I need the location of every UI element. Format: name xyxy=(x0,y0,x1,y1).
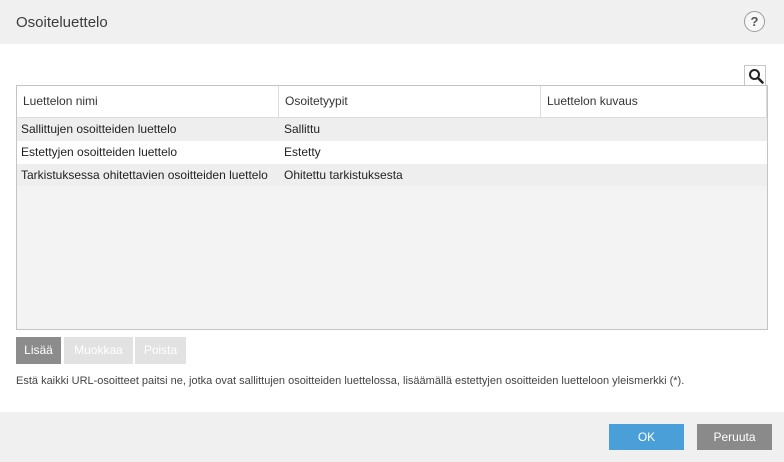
cancel-button[interactable]: Peruuta xyxy=(697,424,772,450)
help-icon[interactable]: ? xyxy=(744,11,765,32)
table-empty-area xyxy=(17,186,767,329)
cell-name: Sallittujen osoitteiden luettelo xyxy=(21,122,177,136)
cell-type: Ohitettu tarkistuksesta xyxy=(284,168,403,182)
table-row[interactable]: Sallittujen osoitteiden luettelo Sallitt… xyxy=(17,118,767,141)
search-icon xyxy=(749,69,764,84)
address-list-table: Luettelon nimi Osoitetyypit Luettelon ku… xyxy=(16,85,768,330)
cell-type: Sallittu xyxy=(284,122,321,136)
table-header: Luettelon nimi Osoitetyypit Luettelon ku… xyxy=(17,86,767,118)
edit-button[interactable]: Muokkaa xyxy=(64,337,133,364)
table-row[interactable]: Estettyjen osoitteiden luettelo Estetty xyxy=(17,141,767,164)
table-row[interactable]: Tarkistuksessa ohitettavien osoitteiden … xyxy=(17,164,767,187)
cell-type: Estetty xyxy=(284,145,321,159)
dialog-title: Osoiteluettelo xyxy=(16,14,108,31)
ok-button[interactable]: OK xyxy=(609,424,684,450)
delete-button[interactable]: Poista xyxy=(135,337,186,364)
info-text: Estä kaikki URL-osoitteet paitsi ne, jot… xyxy=(16,375,685,387)
search-button[interactable] xyxy=(744,65,766,86)
column-header-name[interactable]: Luettelon nimi xyxy=(17,86,279,117)
column-header-description[interactable]: Luettelon kuvaus xyxy=(541,86,767,117)
cell-name: Estettyjen osoitteiden luettelo xyxy=(21,145,178,159)
cell-name: Tarkistuksessa ohitettavien osoitteiden … xyxy=(21,168,268,182)
add-button[interactable]: Lisää xyxy=(16,337,61,364)
dialog-header: Osoiteluettelo ? xyxy=(0,0,784,44)
column-header-type[interactable]: Osoitetyypit xyxy=(279,86,541,117)
